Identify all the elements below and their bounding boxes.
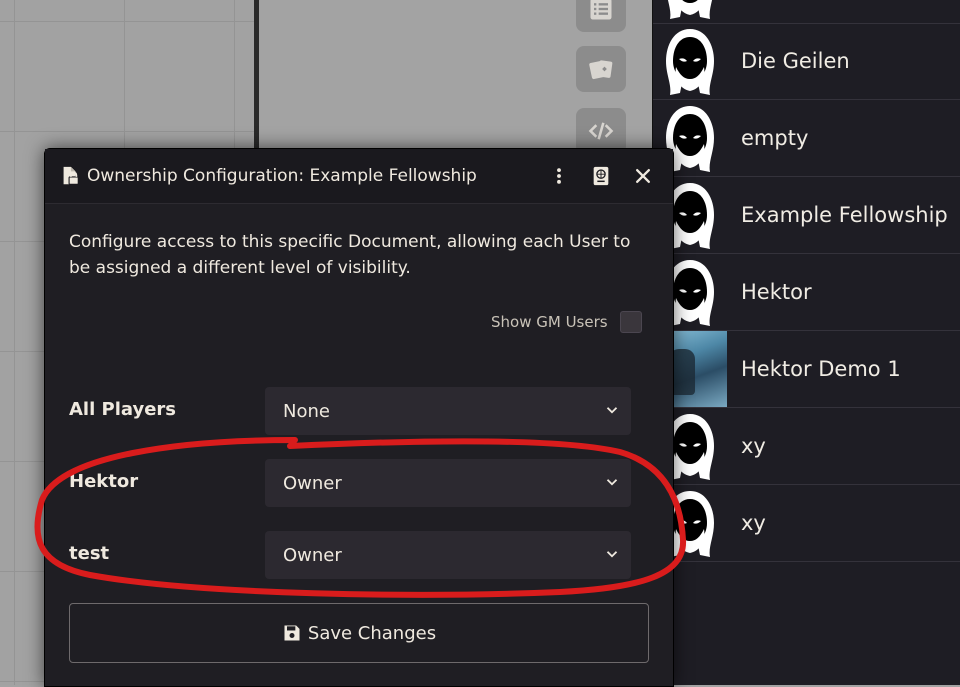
close-button[interactable] bbox=[631, 164, 655, 188]
actor-row[interactable]: empty bbox=[653, 100, 960, 177]
chevron-down-icon bbox=[606, 407, 618, 414]
actor-name: empty bbox=[741, 126, 809, 150]
select-value: Owner bbox=[283, 472, 342, 494]
cards-tool-button[interactable] bbox=[576, 46, 626, 92]
permission-label-test: test bbox=[69, 543, 110, 564]
actor-name: Example Fellowship bbox=[741, 203, 948, 227]
actor-name: Die Geilen bbox=[741, 49, 850, 73]
list-icon bbox=[590, 0, 612, 20]
passport-icon bbox=[593, 166, 609, 186]
close-icon bbox=[636, 169, 650, 183]
actor-name: xy bbox=[741, 434, 766, 458]
cards-icon bbox=[589, 60, 613, 80]
dialog-id-button[interactable] bbox=[589, 164, 613, 188]
actor-row[interactable]: Example Fellowship bbox=[653, 177, 960, 254]
actor-name: Hektor bbox=[741, 280, 812, 304]
show-gm-checkbox[interactable] bbox=[619, 311, 642, 333]
actor-row[interactable]: Hektor Demo 1 bbox=[653, 331, 960, 408]
actor-row[interactable]: Die Geilen bbox=[653, 23, 960, 100]
permission-label-all-players: All Players bbox=[69, 399, 177, 420]
dialog-title: Ownership Configuration: Example Fellows… bbox=[87, 166, 477, 186]
dialog-description: Configure access to this specific Docume… bbox=[69, 232, 631, 278]
document-lock-icon bbox=[63, 166, 79, 185]
save-changes-label: Save Changes bbox=[307, 622, 437, 644]
code-icon bbox=[588, 122, 614, 140]
ownership-dialog: Ownership Configuration: Example Fellows… bbox=[44, 148, 674, 687]
actor-row[interactable]: xy bbox=[653, 485, 960, 562]
actor-name: Hektor Demo 1 bbox=[741, 357, 901, 381]
save-changes-button[interactable]: Save Changes bbox=[69, 603, 649, 663]
hooded-figure-icon bbox=[666, 0, 714, 19]
floppy-disk-icon bbox=[284, 625, 300, 641]
show-gm-toggle-row: Show GM Users bbox=[491, 311, 642, 333]
chevron-down-icon bbox=[606, 479, 618, 486]
dialog-menu-button[interactable] bbox=[547, 164, 571, 188]
actor-row[interactable] bbox=[653, 0, 960, 24]
actor-row[interactable]: Hektor bbox=[653, 254, 960, 331]
show-gm-label: Show GM Users bbox=[491, 313, 608, 331]
actor-name: xy bbox=[741, 511, 766, 535]
permission-select-test[interactable]: Owner bbox=[265, 531, 631, 579]
permission-label-hektor: Hektor bbox=[69, 471, 139, 492]
vertical-ellipsis-icon bbox=[557, 168, 561, 184]
select-value: None bbox=[283, 400, 330, 422]
hooded-figure-icon bbox=[666, 29, 714, 95]
permission-select-all-players[interactable]: None bbox=[265, 387, 631, 435]
actors-sidebar: Die Geilen empty Example Fellowship Hekt… bbox=[652, 0, 960, 685]
chevron-down-icon bbox=[606, 551, 618, 558]
select-value: Owner bbox=[283, 544, 342, 566]
list-tool-button[interactable] bbox=[576, 0, 626, 32]
permission-select-hektor[interactable]: Owner bbox=[265, 459, 631, 507]
actor-row[interactable]: xy bbox=[653, 408, 960, 485]
dialog-header[interactable]: Ownership Configuration: Example Fellows… bbox=[45, 149, 673, 204]
